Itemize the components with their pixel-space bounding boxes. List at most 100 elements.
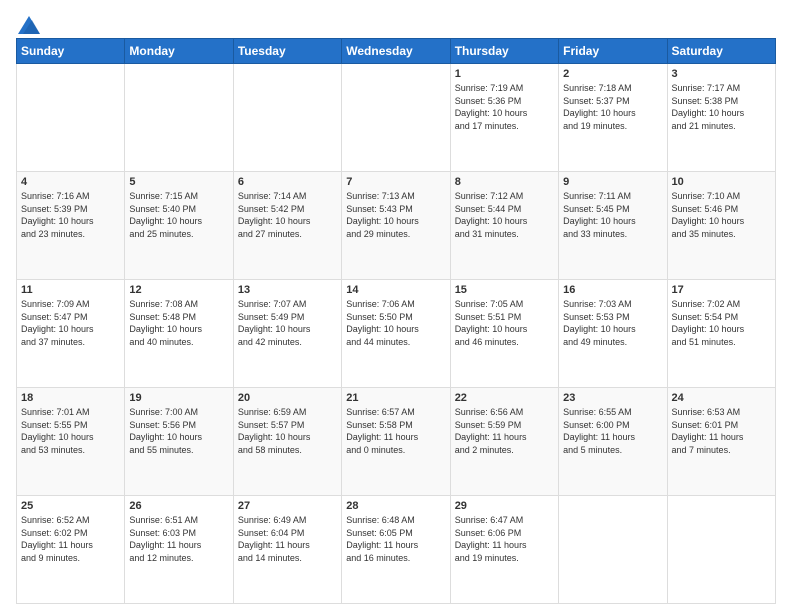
day-number: 5	[129, 176, 228, 188]
day-number: 6	[238, 176, 337, 188]
calendar-cell: 21 Sunrise: 6:57 AM Sunset: 5:58 PM Dayli…	[342, 388, 450, 496]
day-number: 13	[238, 284, 337, 296]
day-header-thursday: Thursday	[450, 39, 558, 64]
day-number: 9	[563, 176, 662, 188]
logo-icon	[18, 16, 40, 34]
day-number: 28	[346, 500, 445, 512]
week-row-1: 1 Sunrise: 7:19 AM Sunset: 5:36 PM Daylig…	[17, 64, 776, 172]
calendar-cell: 10 Sunrise: 7:10 AM Sunset: 5:46 PM Dayli…	[667, 172, 775, 280]
day-info: Sunrise: 7:09 AM Sunset: 5:47 PM Dayligh…	[21, 298, 120, 348]
day-header-tuesday: Tuesday	[233, 39, 341, 64]
day-info: Sunrise: 6:51 AM Sunset: 6:03 PM Dayligh…	[129, 514, 228, 564]
calendar-cell: 5 Sunrise: 7:15 AM Sunset: 5:40 PM Daylig…	[125, 172, 233, 280]
calendar-cell	[233, 64, 341, 172]
day-header-friday: Friday	[559, 39, 667, 64]
day-info: Sunrise: 7:10 AM Sunset: 5:46 PM Dayligh…	[672, 190, 771, 240]
day-header-sunday: Sunday	[17, 39, 125, 64]
day-info: Sunrise: 7:18 AM Sunset: 5:37 PM Dayligh…	[563, 82, 662, 132]
calendar-cell	[125, 64, 233, 172]
day-number: 25	[21, 500, 120, 512]
day-info: Sunrise: 7:00 AM Sunset: 5:56 PM Dayligh…	[129, 406, 228, 456]
day-header-monday: Monday	[125, 39, 233, 64]
calendar-cell: 13 Sunrise: 7:07 AM Sunset: 5:49 PM Dayli…	[233, 280, 341, 388]
day-number: 4	[21, 176, 120, 188]
day-info: Sunrise: 6:47 AM Sunset: 6:06 PM Dayligh…	[455, 514, 554, 564]
day-info: Sunrise: 7:08 AM Sunset: 5:48 PM Dayligh…	[129, 298, 228, 348]
day-number: 17	[672, 284, 771, 296]
calendar-cell: 25 Sunrise: 6:52 AM Sunset: 6:02 PM Dayli…	[17, 496, 125, 604]
page: SundayMondayTuesdayWednesdayThursdayFrid…	[0, 0, 792, 612]
calendar-cell: 18Sunrise: 7:01 AM Sunset: 5:55 PM Dayli…	[17, 388, 125, 496]
day-number: 16	[563, 284, 662, 296]
calendar-cell: 15Sunrise: 7:05 AM Sunset: 5:51 PM Dayli…	[450, 280, 558, 388]
calendar-cell: 2 Sunrise: 7:18 AM Sunset: 5:37 PM Daylig…	[559, 64, 667, 172]
day-number: 21	[346, 392, 445, 404]
calendar-cell: 16Sunrise: 7:03 AM Sunset: 5:53 PM Dayli…	[559, 280, 667, 388]
calendar-cell: 6 Sunrise: 7:14 AM Sunset: 5:42 PM Daylig…	[233, 172, 341, 280]
day-info: Sunrise: 7:05 AM Sunset: 5:51 PM Dayligh…	[455, 298, 554, 348]
day-header-saturday: Saturday	[667, 39, 775, 64]
day-info: Sunrise: 6:55 AM Sunset: 6:00 PM Dayligh…	[563, 406, 662, 456]
day-info: Sunrise: 7:19 AM Sunset: 5:36 PM Dayligh…	[455, 82, 554, 132]
day-number: 19	[129, 392, 228, 404]
day-info: Sunrise: 7:13 AM Sunset: 5:43 PM Dayligh…	[346, 190, 445, 240]
day-number: 26	[129, 500, 228, 512]
day-number: 8	[455, 176, 554, 188]
day-info: Sunrise: 6:57 AM Sunset: 5:58 PM Dayligh…	[346, 406, 445, 456]
calendar-cell: 23 Sunrise: 6:55 AM Sunset: 6:00 PM Dayli…	[559, 388, 667, 496]
calendar-header: SundayMondayTuesdayWednesdayThursdayFrid…	[17, 39, 776, 64]
day-info: Sunrise: 7:17 AM Sunset: 5:38 PM Dayligh…	[672, 82, 771, 132]
day-info: Sunrise: 7:07 AM Sunset: 5:49 PM Dayligh…	[238, 298, 337, 348]
calendar-cell: 7 Sunrise: 7:13 AM Sunset: 5:43 PM Daylig…	[342, 172, 450, 280]
day-info: Sunrise: 6:53 AM Sunset: 6:01 PM Dayligh…	[672, 406, 771, 456]
calendar: SundayMondayTuesdayWednesdayThursdayFrid…	[16, 38, 776, 604]
day-info: Sunrise: 7:12 AM Sunset: 5:44 PM Dayligh…	[455, 190, 554, 240]
day-number: 14	[346, 284, 445, 296]
day-info: Sunrise: 7:06 AM Sunset: 5:50 PM Dayligh…	[346, 298, 445, 348]
day-info: Sunrise: 7:14 AM Sunset: 5:42 PM Dayligh…	[238, 190, 337, 240]
day-number: 24	[672, 392, 771, 404]
week-row-2: 4Sunrise: 7:16 AM Sunset: 5:39 PM Daylig…	[17, 172, 776, 280]
calendar-cell	[559, 496, 667, 604]
calendar-cell	[667, 496, 775, 604]
calendar-cell: 29 Sunrise: 6:47 AM Sunset: 6:06 PM Dayli…	[450, 496, 558, 604]
day-number: 29	[455, 500, 554, 512]
day-header-wednesday: Wednesday	[342, 39, 450, 64]
day-info: Sunrise: 6:48 AM Sunset: 6:05 PM Dayligh…	[346, 514, 445, 564]
day-info: Sunrise: 6:59 AM Sunset: 5:57 PM Dayligh…	[238, 406, 337, 456]
calendar-cell: 19 Sunrise: 7:00 AM Sunset: 5:56 PM Dayli…	[125, 388, 233, 496]
week-row-4: 18Sunrise: 7:01 AM Sunset: 5:55 PM Dayli…	[17, 388, 776, 496]
day-number: 7	[346, 176, 445, 188]
day-info: Sunrise: 6:56 AM Sunset: 5:59 PM Dayligh…	[455, 406, 554, 456]
day-info: Sunrise: 7:15 AM Sunset: 5:40 PM Dayligh…	[129, 190, 228, 240]
week-row-5: 25 Sunrise: 6:52 AM Sunset: 6:02 PM Dayli…	[17, 496, 776, 604]
calendar-body: 1 Sunrise: 7:19 AM Sunset: 5:36 PM Daylig…	[17, 64, 776, 604]
day-number: 12	[129, 284, 228, 296]
calendar-cell: 8 Sunrise: 7:12 AM Sunset: 5:44 PM Daylig…	[450, 172, 558, 280]
day-info: Sunrise: 7:11 AM Sunset: 5:45 PM Dayligh…	[563, 190, 662, 240]
day-number: 3	[672, 68, 771, 80]
calendar-cell: 24 Sunrise: 6:53 AM Sunset: 6:01 PM Dayli…	[667, 388, 775, 496]
calendar-cell	[17, 64, 125, 172]
day-number: 1	[455, 68, 554, 80]
calendar-cell: 27Sunrise: 6:49 AM Sunset: 6:04 PM Dayli…	[233, 496, 341, 604]
logo	[16, 16, 40, 30]
day-info: Sunrise: 7:02 AM Sunset: 5:54 PM Dayligh…	[672, 298, 771, 348]
day-info: Sunrise: 6:49 AM Sunset: 6:04 PM Dayligh…	[238, 514, 337, 564]
day-number: 11	[21, 284, 120, 296]
day-number: 10	[672, 176, 771, 188]
calendar-cell: 3 Sunrise: 7:17 AM Sunset: 5:38 PM Daylig…	[667, 64, 775, 172]
day-number: 23	[563, 392, 662, 404]
calendar-cell: 4Sunrise: 7:16 AM Sunset: 5:39 PM Daylig…	[17, 172, 125, 280]
day-number: 20	[238, 392, 337, 404]
calendar-cell: 11 Sunrise: 7:09 AM Sunset: 5:47 PM Dayli…	[17, 280, 125, 388]
calendar-cell: 26 Sunrise: 6:51 AM Sunset: 6:03 PM Dayli…	[125, 496, 233, 604]
day-number: 18	[21, 392, 120, 404]
calendar-cell: 28 Sunrise: 6:48 AM Sunset: 6:05 PM Dayli…	[342, 496, 450, 604]
week-row-3: 11 Sunrise: 7:09 AM Sunset: 5:47 PM Dayli…	[17, 280, 776, 388]
calendar-cell: 20 Sunrise: 6:59 AM Sunset: 5:57 PM Dayli…	[233, 388, 341, 496]
calendar-cell	[342, 64, 450, 172]
header	[16, 16, 776, 30]
day-number: 2	[563, 68, 662, 80]
day-info: Sunrise: 6:52 AM Sunset: 6:02 PM Dayligh…	[21, 514, 120, 564]
